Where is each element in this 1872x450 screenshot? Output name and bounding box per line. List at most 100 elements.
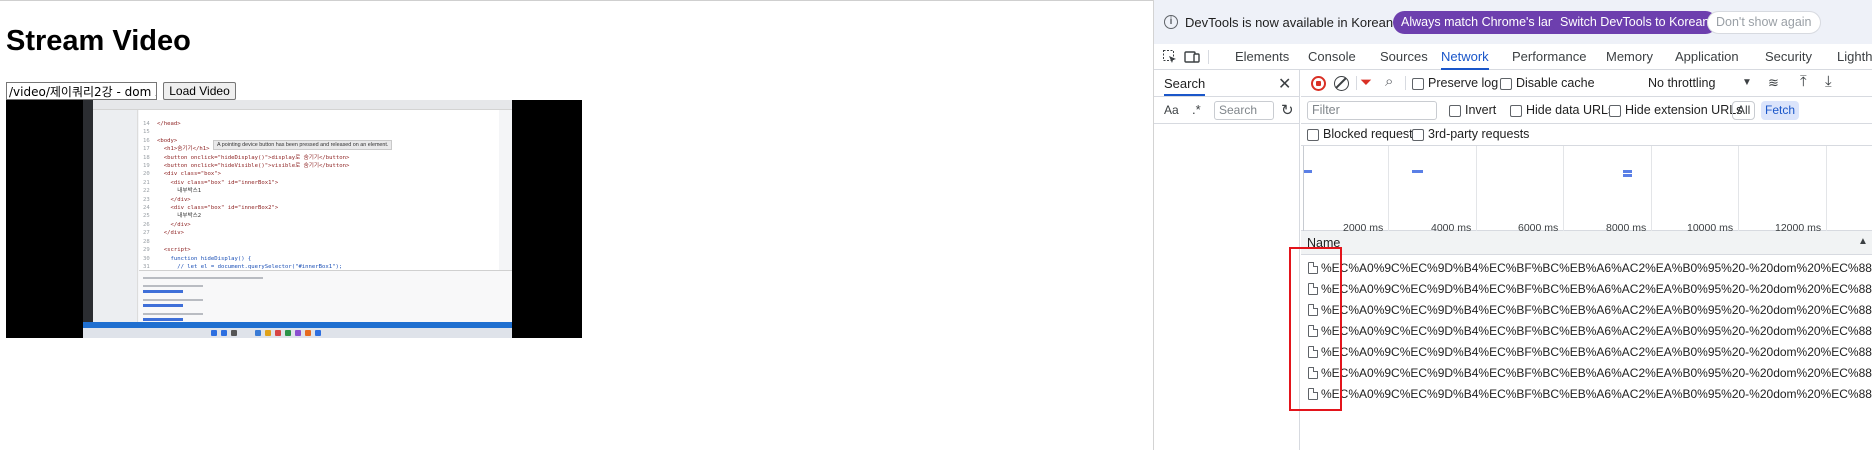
code-text: <body> [157,137,178,144]
regex-button[interactable]: .* [1192,102,1201,117]
record-icon[interactable] [1311,76,1326,91]
hide-extension-urls-checkbox[interactable] [1609,105,1621,117]
code-line: 26 </div> [143,221,499,229]
code-text: </head> [157,121,181,127]
code-line: 27 </div> [143,229,499,237]
switch-to-korean-button[interactable]: Switch DevTools to Korean [1552,11,1718,34]
request-row[interactable]: %EC%A0%9C%EC%9D%B4%EC%BF%BC%EB%A6%AC2%EA… [1301,321,1872,342]
disable-cache-checkbox[interactable] [1500,78,1512,90]
preserve-log-checkbox[interactable] [1412,78,1424,90]
hide-extension-urls-label: Hide extension URLs [1625,103,1743,117]
chevron-down-icon[interactable]: ▼ [1742,77,1752,88]
request-row[interactable]: %EC%A0%9C%EC%9D%B4%EC%BF%BC%EB%A6%AC2%EA… [1301,384,1872,405]
request-name: %EC%A0%9C%EC%9D%B4%EC%BF%BC%EB%A6%AC2%EA… [1321,282,1872,296]
hide-data-urls-checkbox[interactable] [1510,105,1522,117]
editor-file-tree [93,110,138,328]
export-har-icon[interactable]: ⤓ [1825,73,1832,90]
network-overview-timeline[interactable]: 2000 ms 4000 ms 6000 ms 8000 ms 10000 ms… [1301,146,1872,234]
request-name: %EC%A0%9C%EC%9D%B4%EC%BF%BC%EB%A6%AC2%EA… [1321,345,1872,359]
search-icon[interactable]: ⌕ [1385,73,1393,90]
code-text: <div class="box" id="innerBox1"> [157,179,279,186]
code-text: <div class="box"> [157,171,221,178]
request-name: %EC%A0%9C%EC%9D%B4%EC%BF%BC%EB%A6%AC2%EA… [1321,387,1872,401]
code-line: 30 function hideDisplay() { [143,255,499,263]
line-number: 19 [143,163,150,170]
code-text: <button onclick="hideVisible()">visible로… [157,163,350,170]
line-number: 24 [143,205,150,212]
tab-memory[interactable]: Memory [1606,44,1653,70]
code-text: 내부박스2 [157,213,202,220]
tab-network[interactable]: Network [1441,44,1489,70]
request-name: %EC%A0%9C%EC%9D%B4%EC%BF%BC%EB%A6%AC2%EA… [1321,261,1872,275]
filter-all-button[interactable]: All [1732,101,1756,120]
blocked-requests-checkbox[interactable] [1307,129,1319,141]
code-line: 14 </head> [143,120,499,128]
network-conditions-icon[interactable]: ≋ [1768,75,1779,91]
tab-lighthouse[interactable]: Lighthouse [1837,44,1872,70]
inspect-element-icon[interactable] [1162,49,1178,65]
request-row[interactable]: %EC%A0%9C%EC%9D%B4%EC%BF%BC%EB%A6%AC2%EA… [1301,300,1872,321]
code-line: 18 <button onclick="hideDisplay()">displ… [143,154,499,162]
code-line: 22 내부박스1 [143,187,499,195]
video-frame: 14 </head> 15 16 <body> 17 <h1>숨기기</h1> 18 <bu… [83,100,512,338]
search-options-row: Aa .* Search ↻ [1154,97,1300,124]
dont-show-again-button[interactable]: Don't show again [1707,11,1821,34]
code-line: 15 [143,128,499,136]
web-page: Stream Video /video/제이쿼리2강 - dom 요 Load … [0,0,1153,450]
line-number: 30 [143,255,150,262]
invert-label: Invert [1465,103,1497,117]
name-column-header[interactable]: Name ▲ [1301,231,1872,255]
tab-sources[interactable]: Sources [1380,44,1428,70]
invert-checkbox[interactable] [1449,105,1461,117]
line-number: 21 [143,179,150,186]
device-toolbar-icon[interactable] [1184,49,1200,65]
filter-input[interactable]: Filter [1307,101,1437,120]
search-input[interactable]: Search [1214,101,1274,120]
search-tab[interactable]: Search [1164,76,1206,96]
network-filter-row: Filter Invert Hide data URLs Hide extens… [1301,97,1872,124]
tab-application[interactable]: Application [1675,44,1739,70]
video-path-input[interactable]: /video/제이쿼리2강 - dom 요 [6,82,157,100]
editor-devtools-panel [139,270,512,328]
tab-performance[interactable]: Performance [1512,44,1586,70]
code-line: 19 <button onclick="hideVisible()">visib… [143,162,499,170]
third-party-checkbox[interactable] [1412,129,1424,141]
request-row[interactable]: %EC%A0%9C%EC%9D%B4%EC%BF%BC%EB%A6%AC2%EA… [1301,258,1872,279]
code-line: 28 [143,238,499,246]
line-number: 20 [143,171,150,178]
close-icon[interactable]: ✕ [1278,74,1291,94]
filter-fetch-button[interactable]: Fetch [1761,101,1800,120]
code-text: <script> [157,247,191,254]
line-number: 15 [143,129,150,136]
clear-icon[interactable] [1334,76,1349,91]
editor-activity-bar [83,100,93,328]
devtools-tab-bar: Elements Console Sources Network Perform… [1154,44,1872,70]
import-har-icon[interactable]: ⤒ [1800,73,1807,90]
load-video-button[interactable]: Load Video [163,82,236,100]
editor-code: 14 </head> 15 16 <body> 17 <h1>숨기기</h1> 18 <bu… [139,110,499,270]
annotation-highlight-box [1289,247,1342,411]
code-line: 29 <script> [143,246,499,254]
match-case-button[interactable]: Aa [1164,103,1179,117]
editor-tab-strip [83,100,512,110]
request-row[interactable]: %EC%A0%9C%EC%9D%B4%EC%BF%BC%EB%A6%AC2%EA… [1301,342,1872,363]
line-number: 28 [143,238,150,245]
editor-tooltip: A pointing device button has been presse… [213,140,393,150]
code-text: // let el = document.querySelector("#inn… [157,263,343,270]
code-text: </div> [157,230,184,237]
request-row[interactable]: %EC%A0%9C%EC%9D%B4%EC%BF%BC%EB%A6%AC2%EA… [1301,279,1872,300]
tab-security[interactable]: Security [1765,44,1812,70]
sort-up-icon[interactable]: ▲ [1858,236,1868,247]
search-header: Search ✕ [1154,70,1300,97]
code-text: 내부박스1 [157,188,202,195]
tab-console[interactable]: Console [1308,44,1356,70]
request-name: %EC%A0%9C%EC%9D%B4%EC%BF%BC%EB%A6%AC2%EA… [1321,366,1872,380]
filter-icon[interactable]: ⏷ [1360,74,1372,91]
throttling-select[interactable]: No throttling [1648,76,1715,90]
code-text: <button onclick="hideDisplay()">display로… [157,154,350,161]
request-row[interactable]: %EC%A0%9C%EC%9D%B4%EC%BF%BC%EB%A6%AC2%EA… [1301,363,1872,384]
code-text: </div> [157,196,191,203]
tab-elements[interactable]: Elements [1235,44,1289,70]
refresh-icon[interactable]: ↻ [1281,101,1294,119]
video-player[interactable]: 14 </head> 15 16 <body> 17 <h1>숨기기</h1> 18 <bu… [6,100,582,338]
